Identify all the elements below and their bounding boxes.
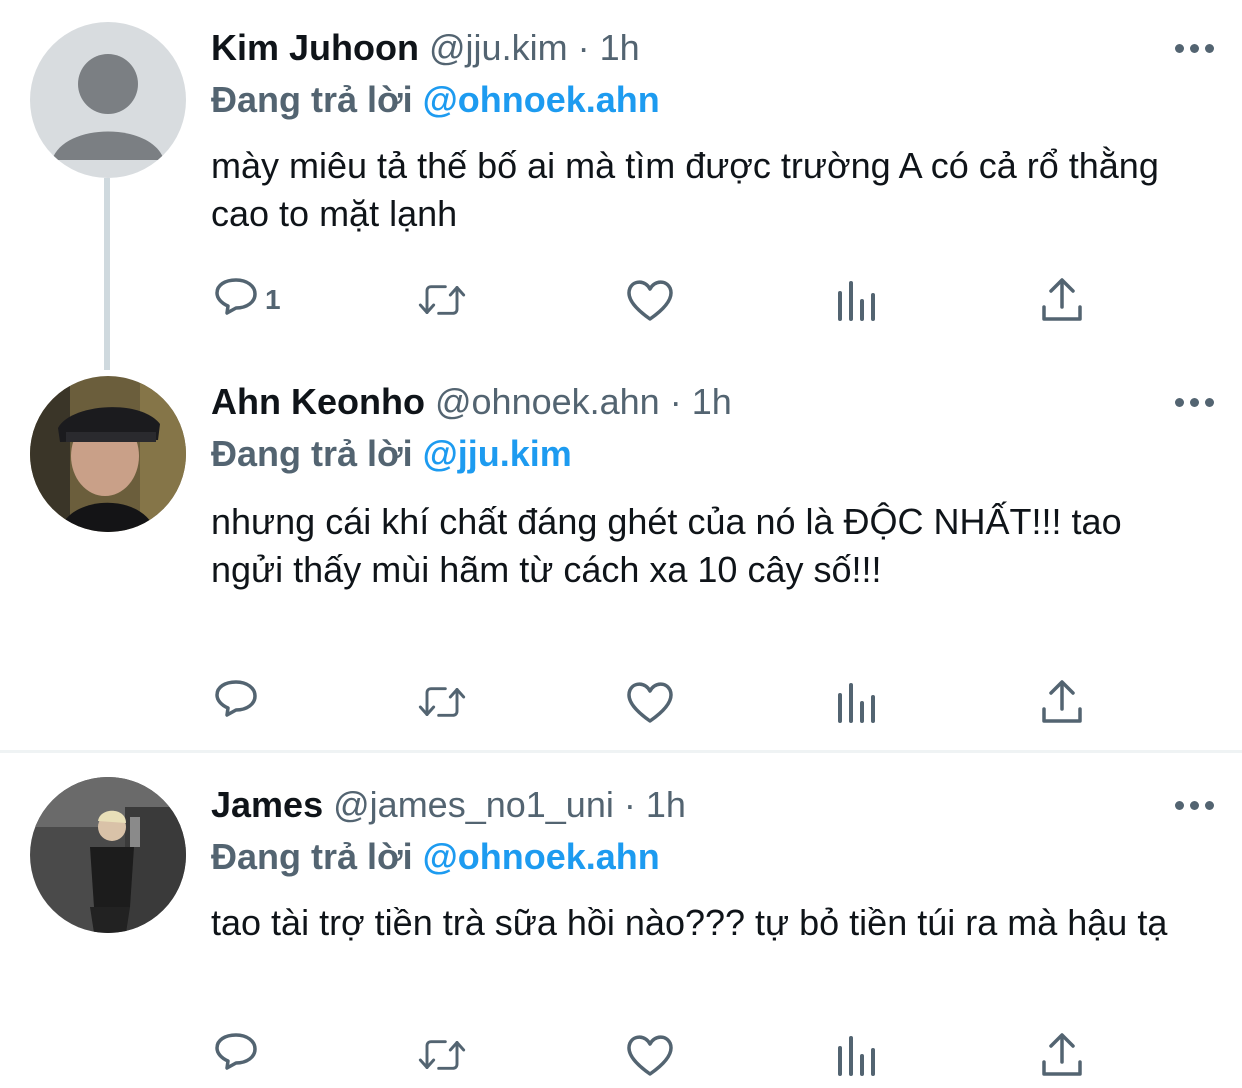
action-bar xyxy=(211,1027,1111,1083)
tweet-3[interactable]: James @james_no1_uni · 1h Đang trả lời @… xyxy=(0,753,1242,1088)
retweet-icon xyxy=(418,687,466,717)
tweet-1[interactable]: Kim Juhoon @jju.kim · 1h Đang trả lời @o… xyxy=(0,0,1242,370)
timestamp[interactable]: 1h xyxy=(646,784,686,825)
action-bar: 1 xyxy=(211,272,1111,328)
retweet-button[interactable] xyxy=(417,272,467,328)
replying-label: Đang trả lời xyxy=(211,836,413,877)
like-button[interactable] xyxy=(625,1027,675,1083)
action-bar xyxy=(211,674,1111,730)
analytics-icon xyxy=(838,1036,875,1076)
heart-icon xyxy=(627,1035,673,1076)
replying-label: Đang trả lời xyxy=(211,433,413,474)
reply-button[interactable]: 1 xyxy=(211,272,281,328)
like-button[interactable] xyxy=(625,674,675,730)
user-handle[interactable]: @ohnoek.ahn xyxy=(435,381,660,422)
more-icon[interactable] xyxy=(1174,38,1214,58)
replying-mention[interactable]: @ohnoek.ahn xyxy=(423,836,660,877)
like-button[interactable] xyxy=(625,272,675,328)
tweet-text: mày miêu tả thế bố ai mà tìm được trường… xyxy=(211,145,1159,234)
reply-icon xyxy=(215,680,257,717)
analytics-button[interactable] xyxy=(831,674,881,730)
more-icon[interactable] xyxy=(1174,795,1214,815)
replying-mention[interactable]: @ohnoek.ahn xyxy=(423,79,660,120)
retweet-icon xyxy=(418,285,466,315)
reply-icon xyxy=(215,278,257,315)
more-icon[interactable] xyxy=(1174,392,1214,412)
timestamp[interactable]: 1h xyxy=(692,381,732,422)
replying-to: Đang trả lời @jju.kim xyxy=(211,432,572,476)
retweet-button[interactable] xyxy=(417,674,467,730)
heart-icon xyxy=(627,682,673,723)
separator-dot: · xyxy=(669,381,682,422)
separator-dot: · xyxy=(577,27,590,68)
retweet-icon xyxy=(418,1040,466,1070)
share-icon xyxy=(1042,680,1082,723)
reply-count: 1 xyxy=(265,284,281,315)
reply-button[interactable] xyxy=(211,674,265,730)
share-button[interactable] xyxy=(1037,674,1087,730)
display-name[interactable]: Ahn Keonho xyxy=(211,381,425,422)
analytics-icon xyxy=(838,281,875,321)
tweet-2[interactable]: Ahn Keonho @ohnoek.ahn · 1h Đang trả lời… xyxy=(0,370,1242,750)
timestamp[interactable]: 1h xyxy=(600,27,640,68)
separator-dot: · xyxy=(623,784,636,825)
share-button[interactable] xyxy=(1037,1027,1087,1083)
tweet-header: Kim Juhoon @jju.kim · 1h xyxy=(211,26,640,70)
tweet-header: Ahn Keonho @ohnoek.ahn · 1h xyxy=(211,380,732,424)
replying-label: Đang trả lời xyxy=(211,79,413,120)
reply-button[interactable] xyxy=(211,1027,265,1083)
share-icon xyxy=(1042,278,1082,321)
analytics-icon xyxy=(838,683,875,723)
reply-icon xyxy=(215,1033,257,1070)
analytics-button[interactable] xyxy=(831,1027,881,1083)
tweet-header: James @james_no1_uni · 1h xyxy=(211,783,686,827)
avatar-default[interactable] xyxy=(30,22,186,178)
avatar-photo[interactable] xyxy=(30,376,186,532)
thread-line xyxy=(104,178,110,370)
share-button[interactable] xyxy=(1037,272,1087,328)
retweet-button[interactable] xyxy=(417,1027,467,1083)
replying-to: Đang trả lời @ohnoek.ahn xyxy=(211,78,660,122)
replying-to: Đang trả lời @ohnoek.ahn xyxy=(211,835,660,879)
heart-icon xyxy=(627,280,673,321)
replying-mention[interactable]: @jju.kim xyxy=(423,433,572,474)
analytics-button[interactable] xyxy=(831,272,881,328)
avatar-photo[interactable] xyxy=(30,777,186,933)
tweet-text: tao tài trợ tiền trà sữa hồi nào??? tự b… xyxy=(211,902,1168,943)
share-icon xyxy=(1042,1033,1082,1076)
user-handle[interactable]: @jju.kim xyxy=(429,27,568,68)
user-handle[interactable]: @james_no1_uni xyxy=(333,784,614,825)
tweet-text: nhưng cái khí chất đáng ghét của nó là Đ… xyxy=(211,501,1122,590)
display-name[interactable]: Kim Juhoon xyxy=(211,27,419,68)
display-name[interactable]: James xyxy=(211,784,323,825)
